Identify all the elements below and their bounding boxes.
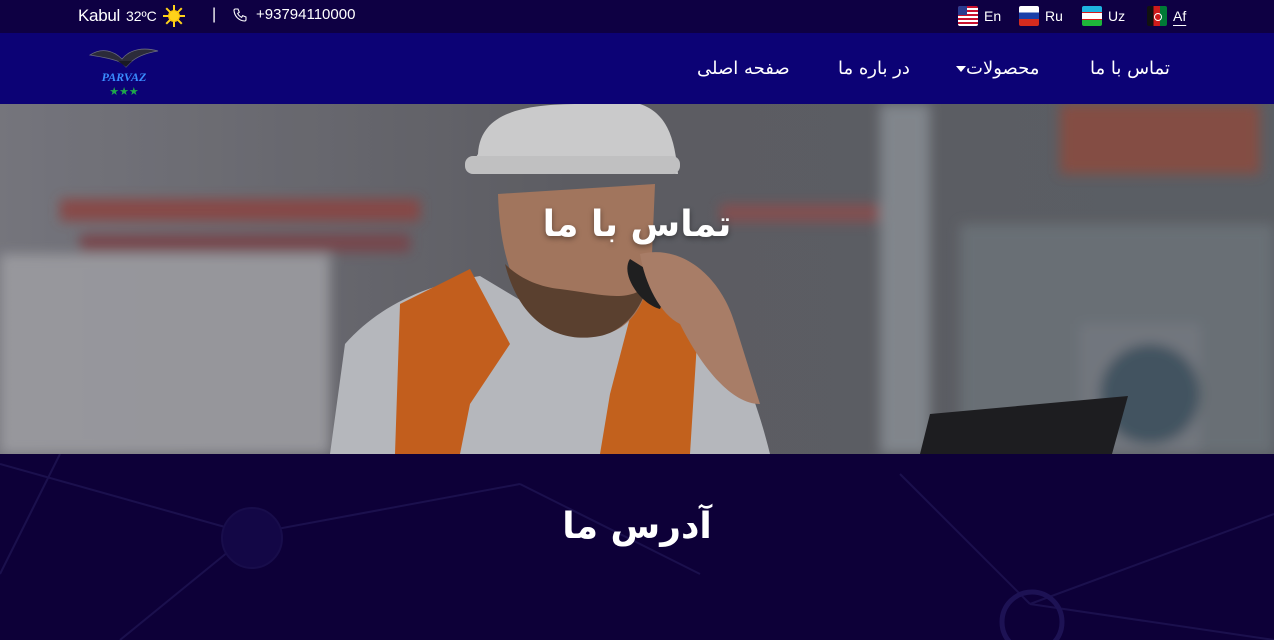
language-label-en: En — [984, 8, 1002, 24]
russia-flag-icon — [1019, 6, 1039, 26]
topbar-separator: | — [212, 6, 217, 23]
hero-title: تماس با ما — [542, 204, 732, 245]
language-af[interactable]: Af — [1147, 6, 1186, 26]
language-uz[interactable]: Uz — [1082, 6, 1125, 26]
logo-stars: ★★★ — [109, 85, 139, 97]
main-navbar: PARVAZ ★★★ تماس با ما محصولات در باره ما… — [0, 33, 1274, 104]
phone-number: +93794110000 — [256, 6, 356, 23]
top-info-bar: Kabul 32ºC | +93794110000 En Ru Uz Af — [0, 0, 1274, 33]
us-flag-icon — [958, 6, 978, 26]
phone-link[interactable]: +93794110000 — [232, 6, 355, 23]
weather-temperature: 32ºC — [125, 8, 157, 24]
uzbekistan-flag-icon — [1082, 6, 1102, 26]
nav-contact[interactable]: تماس با ما — [1090, 58, 1170, 79]
nav-about-label: در باره ما — [838, 58, 910, 79]
logo-text: PARVAZ — [102, 70, 147, 84]
afghanistan-flag-icon — [1147, 6, 1167, 26]
parvaz-logo[interactable]: PARVAZ ★★★ — [88, 41, 160, 98]
hero-banner: تماس با ما — [0, 104, 1274, 454]
nav-products-dropdown[interactable]: محصولات — [948, 58, 1039, 79]
sun-icon — [162, 5, 185, 27]
caret-down-icon — [956, 66, 966, 72]
language-en[interactable]: En — [958, 6, 1001, 26]
phone-icon — [233, 7, 247, 22]
nav-home[interactable]: صفحه اصلی — [697, 58, 790, 79]
language-label-ru: Ru — [1045, 8, 1063, 24]
nav-products-label: محصولات — [966, 58, 1040, 79]
address-title: آدرس ما — [562, 506, 712, 547]
nav-contact-label: تماس با ما — [1090, 58, 1170, 79]
hero-overlay — [0, 104, 1274, 454]
language-label-uz: Uz — [1108, 8, 1126, 24]
network-background-pattern — [0, 454, 1274, 640]
nav-about[interactable]: در باره ما — [838, 58, 910, 79]
language-label-af: Af — [1173, 8, 1187, 24]
language-ru[interactable]: Ru — [1019, 6, 1063, 26]
nav-home-label: صفحه اصلی — [697, 58, 790, 79]
language-switcher: En Ru Uz Af — [958, 6, 1188, 28]
eagle-logo-icon: PARVAZ ★★★ — [88, 48, 159, 98]
address-section: آدرس ما — [0, 454, 1274, 640]
weather-widget: Kabul 32ºC — [78, 5, 185, 27]
weather-city: Kabul — [78, 6, 120, 25]
